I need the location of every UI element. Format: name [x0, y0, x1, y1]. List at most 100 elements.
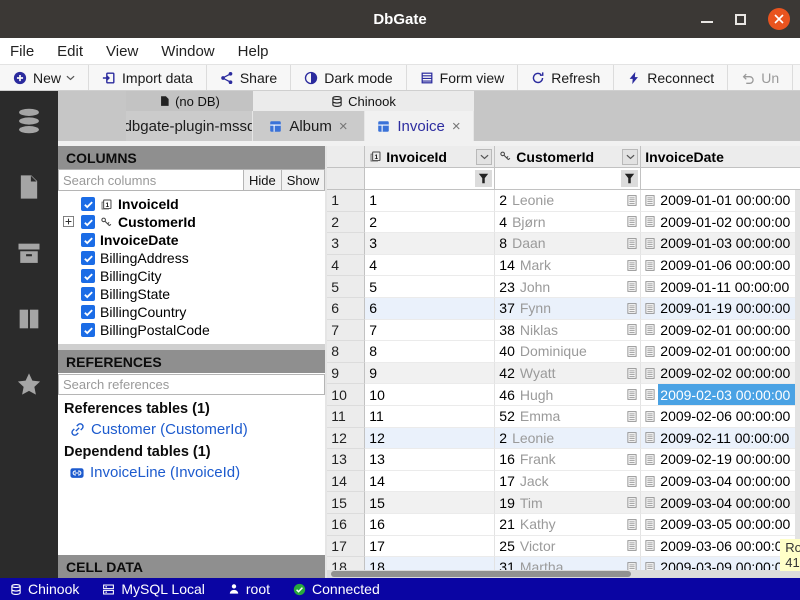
row-number-cell[interactable]: 17	[327, 536, 365, 558]
book-icon[interactable]	[15, 305, 43, 333]
customer-id-cell[interactable]: 16Frank	[495, 449, 641, 471]
invoice-date-value[interactable]: 2009-01-06 00:00:00	[658, 255, 800, 276]
column-item-billingcity[interactable]: BillingCity	[60, 267, 325, 285]
invoice-date-value[interactable]: 2009-02-02 00:00:00	[658, 363, 800, 384]
customer-id-cell[interactable]: 4Bjørn	[495, 212, 641, 234]
invoice-id-cell[interactable]: 17	[365, 536, 495, 558]
invoice-id-cell[interactable]: 8	[365, 341, 495, 363]
filter-funnel-button[interactable]	[475, 170, 492, 187]
row-number-cell[interactable]: 16	[327, 514, 365, 536]
invoice-date-value[interactable]: 2009-01-02 00:00:00	[658, 212, 800, 233]
filter-input[interactable]	[367, 170, 475, 187]
customer-id-cell[interactable]: 19Tim	[495, 492, 641, 514]
invoice-date-value[interactable]: 2009-01-11 00:00:00	[658, 276, 800, 297]
toolbar-button-share[interactable]: Share	[207, 65, 291, 90]
toolbar-button-refresh[interactable]: Refresh	[518, 65, 614, 90]
invoice-date-value[interactable]: 2009-02-06 00:00:00	[658, 406, 800, 427]
column-dropdown-button[interactable]	[622, 149, 638, 165]
invoice-id-cell[interactable]: 5	[365, 276, 495, 298]
row-number-cell[interactable]: 11	[327, 406, 365, 428]
toolbar-button-reconnect[interactable]: Reconnect	[614, 65, 728, 90]
invoice-date-value[interactable]: 2009-02-01 00:00:00	[658, 320, 800, 341]
customer-id-cell[interactable]: 2Leonie	[495, 428, 641, 450]
show-button[interactable]: Show	[282, 169, 326, 191]
hide-button[interactable]: Hide	[244, 169, 282, 191]
customer-id-cell[interactable]: 25Victor	[495, 536, 641, 558]
invoice-date-cell[interactable]: 2009-03-04 00:00:00	[641, 492, 800, 514]
tab-dbgate-plugin-mssql[interactable]: dbgate-plugin-mssql×	[126, 111, 253, 141]
minimize-icon[interactable]	[701, 21, 713, 23]
star-icon[interactable]	[15, 371, 43, 399]
invoice-date-value[interactable]: 2009-02-03 00:00:00	[658, 384, 800, 405]
search-references-input[interactable]	[58, 374, 325, 395]
customer-id-cell[interactable]: 14Mark	[495, 255, 641, 277]
column-header-customerid[interactable]: CustomerId	[495, 146, 641, 168]
column-item-invoicedate[interactable]: InvoiceDate	[60, 231, 325, 249]
customer-id-cell[interactable]: 52Emma	[495, 406, 641, 428]
column-item-invoiceid[interactable]: 1InvoiceId	[60, 195, 325, 213]
row-number-cell[interactable]: 5	[327, 276, 365, 298]
invoice-date-value[interactable]: 2009-02-19 00:00:00	[658, 449, 800, 470]
invoice-id-cell[interactable]: 14	[365, 471, 495, 493]
row-number-cell[interactable]: 8	[327, 341, 365, 363]
menu-item-file[interactable]: File	[10, 43, 34, 60]
reference-link-customer-customerid[interactable]: Customer (CustomerId)	[64, 420, 319, 442]
invoice-id-cell[interactable]: 1	[365, 190, 495, 212]
customer-id-cell[interactable]: 8Daan	[495, 233, 641, 255]
invoice-date-cell[interactable]: 2009-02-06 00:00:00	[641, 406, 800, 428]
invoice-id-cell[interactable]: 7	[365, 320, 495, 342]
invoice-date-cell[interactable]: 2009-01-06 00:00:00	[641, 255, 800, 277]
customer-id-cell[interactable]: 42Wyatt	[495, 363, 641, 385]
invoice-date-cell[interactable]: 2009-02-01 00:00:00	[641, 341, 800, 363]
toolbar-button-import-data[interactable]: Import data	[89, 65, 207, 90]
column-item-customerid[interactable]: CustomerId	[60, 213, 325, 231]
row-number-cell[interactable]: 1	[327, 190, 365, 212]
toolbar-button-new[interactable]: New	[0, 65, 89, 90]
column-dropdown-button[interactable]	[476, 149, 492, 165]
column-header-invoiceid[interactable]: 1InvoiceId	[365, 146, 495, 168]
invoice-date-value[interactable]: 2009-03-05 00:00:00	[658, 514, 800, 535]
invoice-id-cell[interactable]: 15	[365, 492, 495, 514]
horizontal-scrollbar-thumb[interactable]	[331, 571, 631, 577]
row-number-cell[interactable]: 12	[327, 428, 365, 450]
invoice-date-cell[interactable]: 2009-02-02 00:00:00	[641, 363, 800, 385]
invoice-date-value[interactable]: 2009-03-06 00:00:00	[658, 536, 800, 557]
maximize-icon[interactable]	[735, 14, 746, 25]
column-checkbox[interactable]	[81, 323, 95, 337]
row-number-cell[interactable]: 10	[327, 384, 365, 406]
toolbar-button-form-view[interactable]: Form view	[407, 65, 519, 90]
customer-id-cell[interactable]: 21Kathy	[495, 514, 641, 536]
column-checkbox[interactable]	[81, 233, 95, 247]
row-number-cell[interactable]: 4	[327, 255, 365, 277]
row-number-cell[interactable]: 14	[327, 471, 365, 493]
expander-plus-icon[interactable]	[63, 216, 74, 227]
invoice-id-cell[interactable]: 10	[365, 384, 495, 406]
file-icon[interactable]	[15, 173, 43, 201]
invoice-id-cell[interactable]: 2	[365, 212, 495, 234]
customer-id-cell[interactable]: 38Niklas	[495, 320, 641, 342]
menu-item-edit[interactable]: Edit	[57, 43, 83, 60]
tab-album[interactable]: Album×	[253, 111, 365, 141]
column-item-billingaddress[interactable]: BillingAddress	[60, 249, 325, 267]
invoice-date-cell[interactable]: 2009-02-01 00:00:00	[641, 320, 800, 342]
row-number-cell[interactable]: 15	[327, 492, 365, 514]
toolbar-button-dark-mode[interactable]: Dark mode	[291, 65, 406, 90]
filter-input[interactable]	[497, 170, 621, 187]
column-item-billingcountry[interactable]: BillingCountry	[60, 303, 325, 321]
invoice-id-cell[interactable]: 3	[365, 233, 495, 255]
column-checkbox[interactable]	[81, 305, 95, 319]
menu-item-view[interactable]: View	[106, 43, 138, 60]
invoice-id-cell[interactable]: 16	[365, 514, 495, 536]
row-number-cell[interactable]: 6	[327, 298, 365, 320]
customer-id-cell[interactable]: 2Leonie	[495, 190, 641, 212]
invoice-date-value[interactable]: 2009-03-04 00:00:00	[658, 471, 800, 492]
invoice-date-value[interactable]: 2009-02-01 00:00:00	[658, 341, 800, 362]
invoice-date-cell[interactable]: 2009-02-11 00:00:00	[641, 428, 800, 450]
database-icon[interactable]	[15, 107, 43, 135]
invoice-id-cell[interactable]: 12	[365, 428, 495, 450]
invoice-date-value[interactable]: 2009-01-19 00:00:00	[658, 298, 800, 319]
column-item-billingpostalcode[interactable]: BillingPostalCode	[60, 321, 325, 339]
row-number-cell[interactable]: 13	[327, 449, 365, 471]
column-checkbox[interactable]	[81, 287, 95, 301]
invoice-date-cell[interactable]: 2009-01-03 00:00:00	[641, 233, 800, 255]
